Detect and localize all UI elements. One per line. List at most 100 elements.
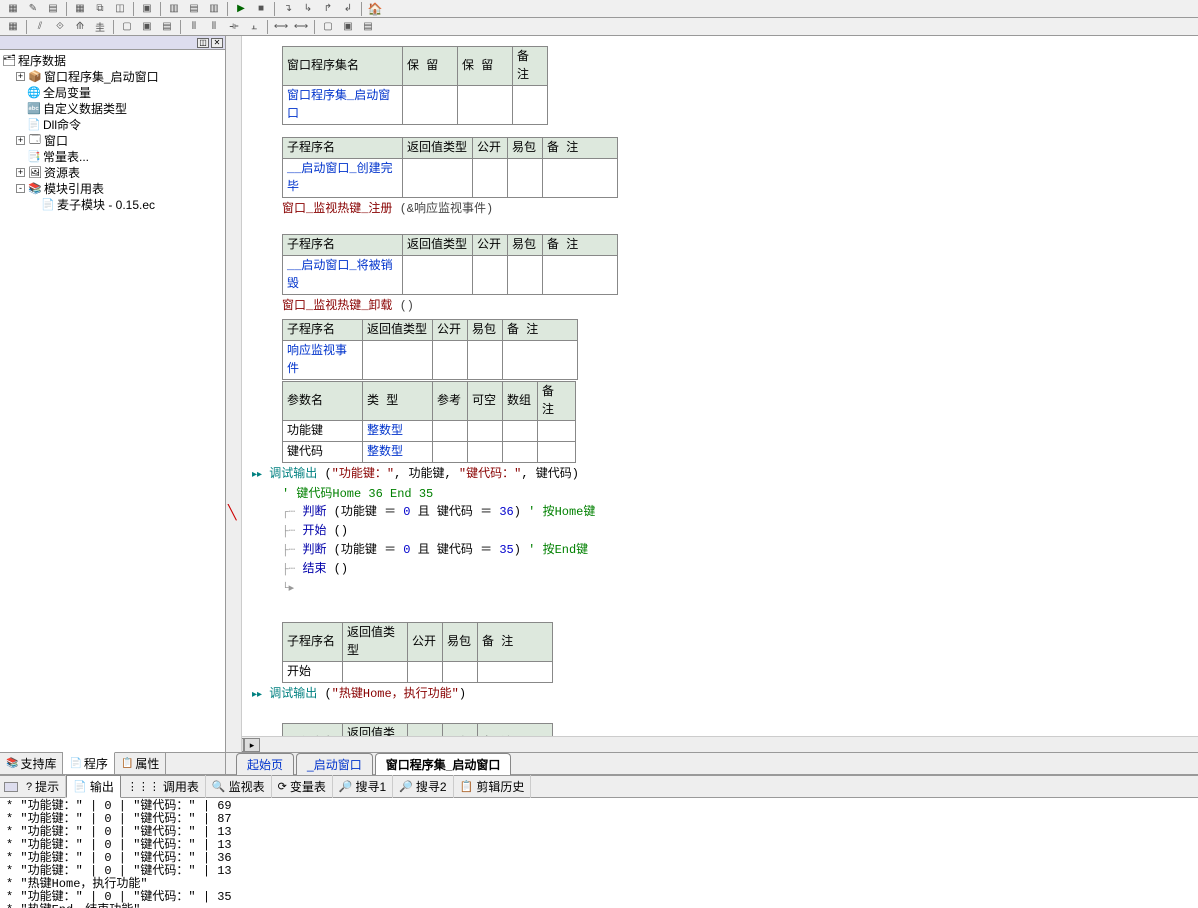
code-content[interactable]: 窗口程序集名保 留保 留备 注 窗口程序集_启动窗口 子程序名返回值类型公开易包… <box>242 36 1198 736</box>
tree-item[interactable]: -📚模块引用表 <box>2 180 223 196</box>
scroll-right-icon[interactable]: ▸ <box>244 738 260 752</box>
tab-label: 监视表 <box>229 778 265 795</box>
tree-item[interactable]: 🌐全局变量 <box>2 84 223 100</box>
tb-icon[interactable]: ■ <box>252 1 270 17</box>
tb-icon[interactable]: ▥ <box>165 1 183 17</box>
tree-toggle-icon[interactable]: - <box>16 184 25 193</box>
bottom-tab[interactable]: 📄输出 <box>66 775 121 798</box>
tree-item-label: 麦子模块 - 0.15.ec <box>57 196 155 213</box>
tree-root[interactable]: 🗂 程序数据 <box>2 52 223 68</box>
sub-table: 子程序名返回值类型公开易包备 注 __启动窗口_创建完毕 <box>282 137 618 198</box>
tb-icon[interactable]: 圭 <box>91 19 109 35</box>
code-tab[interactable]: 起始页 <box>236 753 294 775</box>
left-tab[interactable]: 📚支持库 <box>0 753 63 774</box>
tb-icon[interactable]: ⟛ <box>225 19 243 35</box>
tb-icon[interactable]: ⟷ <box>292 19 310 35</box>
tb-icon[interactable]: ▣ <box>339 19 357 35</box>
tree-item-icon: 📄 <box>27 118 41 131</box>
tree-item[interactable]: 🔤自定义数据类型 <box>2 100 223 116</box>
tree-item-icon: 📄 <box>41 198 55 211</box>
tb-icon[interactable]: ▥ <box>205 1 223 17</box>
tb-icon[interactable]: ⟐ <box>51 19 69 35</box>
tree-item-icon: 🌐 <box>27 86 41 99</box>
toolbar-row-2: ▦ ⫽ ⟐ ⟰ 圭 ▢ ▣ ▤ ⫴ ⫴ ⟛ ⫠ ⟷ ⟷ ▢ ▣ ▤ <box>0 18 1198 36</box>
bottom-tab[interactable]: 🔎搜寻1 <box>333 775 393 798</box>
tb-icon[interactable]: ⟷ <box>272 19 290 35</box>
tree-item-label: 资源表 <box>44 164 80 181</box>
tree-item-icon: 📦 <box>28 70 42 83</box>
tree-toggle-icon[interactable]: + <box>16 72 25 81</box>
bottom-tab[interactable]: ⋮⋮⋮调用表 <box>121 775 206 798</box>
home-icon[interactable]: 🏠 <box>366 1 384 17</box>
bottom-tab[interactable]: ⟳变量表 <box>272 775 333 798</box>
tab-icon: 📚 <box>6 758 18 769</box>
bottom-tab[interactable]: ?提示 <box>20 775 66 798</box>
tree-toggle-icon[interactable]: + <box>16 136 25 145</box>
tb-icon[interactable]: ↲ <box>339 1 357 17</box>
code-tab[interactable]: _启动窗口 <box>296 753 373 775</box>
bottom-panel: ?提示📄输出⋮⋮⋮调用表🔍监视表⟳变量表🔎搜寻1🔎搜寻2📋剪辑历史 * "功能键… <box>0 774 1198 908</box>
panel-pin-icon[interactable]: ◫ <box>197 38 209 48</box>
tb-icon[interactable]: ▦ <box>71 1 89 17</box>
tb-icon[interactable]: ▦ <box>4 1 22 17</box>
tb-icon[interactable]: ▦ <box>4 19 22 35</box>
tab-label: 属性 <box>135 755 159 772</box>
tb-icon[interactable]: ⫴ <box>205 19 223 35</box>
tab-label: 程序 <box>84 755 108 772</box>
tree-item-label: 窗口 <box>44 132 68 149</box>
tb-icon[interactable]: ↳ <box>299 1 317 17</box>
tree-item[interactable]: +📦窗口程序集_启动窗口 <box>2 68 223 84</box>
tb-icon[interactable]: ⫽ <box>31 19 49 35</box>
tb-icon[interactable]: ▤ <box>359 19 377 35</box>
sub-table: 子程序名返回值类型公开易包备 注 响应监视事件 <box>282 319 578 380</box>
tb-icon[interactable]: ⟰ <box>71 19 89 35</box>
tb-icon[interactable]: ↱ <box>319 1 337 17</box>
tab-label: 输出 <box>90 778 114 795</box>
output-line: * "热键End，结束功能" <box>6 904 1192 908</box>
tab-label: 支持库 <box>20 755 56 772</box>
horizontal-scrollbar[interactable]: ◂ ▸ <box>226 736 1198 752</box>
code-editor[interactable]: ╲ 窗口程序集名保 留保 留备 注 窗口程序集_启动窗口 子程序名返回值类型公开… <box>226 36 1198 774</box>
output-line: * "功能键：" | 0 | "键代码：" | 35 <box>6 891 1192 904</box>
left-tab[interactable]: 📋属性 <box>115 753 166 774</box>
project-tree[interactable]: 🗂 程序数据 +📦窗口程序集_启动窗口🌐全局变量🔤自定义数据类型📄Dll命令+🗔… <box>0 50 225 752</box>
tab-icon: 📄 <box>69 758 81 769</box>
run-icon[interactable]: ▶ <box>232 1 250 17</box>
tree-item[interactable]: 📑常量表... <box>2 148 223 164</box>
panel-close-icon[interactable]: ✕ <box>211 38 223 48</box>
tree-item[interactable]: +🗔窗口 <box>2 132 223 148</box>
tree-item[interactable]: 📄麦子模块 - 0.15.ec <box>2 196 223 212</box>
tree-item-label: 模块引用表 <box>44 180 104 197</box>
tb-icon[interactable]: ⫴ <box>185 19 203 35</box>
tb-icon[interactable]: ▢ <box>319 19 337 35</box>
panel-header: ◫ ✕ <box>0 36 225 50</box>
tb-icon[interactable]: ⧉ <box>91 1 109 17</box>
tb-icon[interactable]: ◫ <box>111 1 129 17</box>
bottom-tab[interactable]: 🔍监视表 <box>206 775 272 798</box>
param-table: 参数名类 型参考可空数组备 注 功能键整数型 键代码整数型 <box>282 381 576 463</box>
tree-toggle-icon[interactable]: + <box>16 168 25 177</box>
tb-icon[interactable]: ▣ <box>138 19 156 35</box>
tb-icon[interactable]: ⫠ <box>245 19 263 35</box>
tb-icon[interactable]: ▣ <box>138 1 156 17</box>
tree-root-label: 程序数据 <box>18 52 66 69</box>
sub-table: 子程序名返回值类型公开易包备 注 开始 <box>282 622 553 683</box>
tree-item[interactable]: +🖼资源表 <box>2 164 223 180</box>
bottom-tab[interactable]: 🔎搜寻2 <box>393 775 453 798</box>
left-tab[interactable]: 📄程序 <box>63 752 114 774</box>
tb-icon[interactable]: ▤ <box>44 1 62 17</box>
tb-icon[interactable]: ▤ <box>185 1 203 17</box>
tab-icon: ? <box>26 781 32 793</box>
code-tab[interactable]: 窗口程序集_启动窗口 <box>375 753 512 775</box>
tb-icon[interactable]: ↴ <box>279 1 297 17</box>
output-area[interactable]: * "功能键：" | 0 | "键代码：" | 69* "功能键：" | 0 |… <box>0 798 1198 908</box>
bottom-tab[interactable]: 📋剪辑历史 <box>454 775 532 798</box>
panel-grip-icon[interactable] <box>4 782 18 792</box>
tb-icon[interactable]: ✎ <box>24 1 42 17</box>
tab-icon: ⟳ <box>278 780 287 793</box>
tab-label: 提示 <box>35 778 59 795</box>
tb-icon[interactable]: ▢ <box>118 19 136 35</box>
toolbar-row-1: ▦ ✎ ▤ ▦ ⧉ ◫ ▣ ▥ ▤ ▥ ▶ ■ ↴ ↳ ↱ ↲ 🏠 <box>0 0 1198 18</box>
tb-icon[interactable]: ▤ <box>158 19 176 35</box>
output-line: * "功能键：" | 0 | "键代码：" | 13 <box>6 865 1192 878</box>
